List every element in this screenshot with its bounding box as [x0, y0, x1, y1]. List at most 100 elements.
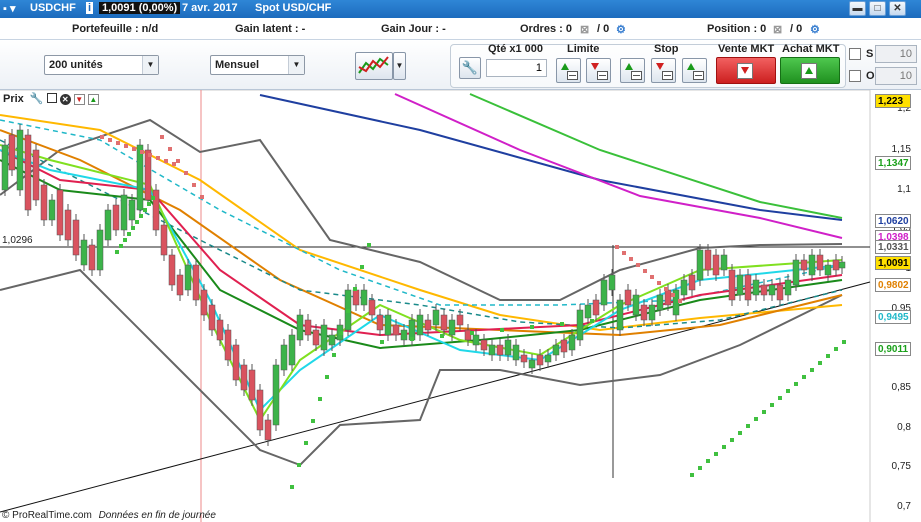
sar-dot	[530, 325, 534, 329]
candle	[688, 274, 696, 291]
candle	[224, 329, 232, 361]
position-cancel-icon[interactable]: ⊠	[773, 23, 782, 36]
candle	[432, 309, 440, 326]
limit-label: Limite	[567, 43, 600, 55]
minimize-button[interactable]: ▬	[849, 1, 866, 16]
candle	[232, 344, 240, 381]
close-panel-icon[interactable]: ✕	[59, 94, 71, 105]
sar-dot	[297, 463, 301, 467]
period-select[interactable]: Mensuel ▼	[210, 55, 305, 75]
chart-tool-icon	[358, 56, 389, 74]
candle	[304, 319, 312, 336]
limit-sell-button[interactable]	[586, 58, 611, 83]
maximize-button[interactable]: □	[869, 1, 886, 16]
candle	[728, 269, 736, 301]
position-settings-icon[interactable]: ⚙	[810, 23, 820, 36]
candle	[360, 289, 368, 306]
sar-dot	[746, 424, 750, 428]
sar-dot	[842, 340, 846, 344]
candle	[664, 289, 672, 306]
candle	[328, 334, 336, 346]
limit-buy-button[interactable]	[556, 58, 581, 83]
move-up-icon[interactable]: ▲	[87, 94, 99, 105]
candle	[448, 319, 456, 336]
candle	[48, 199, 56, 221]
candle	[208, 304, 216, 331]
candle	[280, 344, 288, 371]
s-value-input[interactable]: 10	[875, 45, 917, 63]
candle	[528, 359, 536, 369]
axis-tick-label: 0,8	[897, 422, 911, 433]
sar-dot	[754, 417, 758, 421]
candle	[544, 354, 552, 363]
sar-dot	[794, 382, 798, 386]
indicator-tool-button[interactable]	[355, 52, 393, 80]
qty-input[interactable]: 1	[486, 59, 547, 77]
candle	[480, 339, 488, 351]
candle	[456, 314, 464, 326]
o-value-input[interactable]: 10	[875, 67, 917, 85]
candle	[16, 129, 24, 191]
candle	[120, 194, 128, 231]
sar-dot	[380, 340, 384, 344]
chart-canvas[interactable]	[0, 90, 921, 522]
candle	[640, 304, 648, 321]
sar-dot	[339, 331, 343, 335]
sar-dot	[311, 419, 315, 423]
sar-dot	[590, 319, 594, 323]
ma-line-magenta	[394, 93, 843, 239]
sar-dot	[143, 208, 147, 212]
o-checkbox[interactable]	[849, 70, 861, 82]
candle	[576, 309, 584, 341]
candle	[368, 299, 376, 316]
sar-dot	[290, 485, 294, 489]
sell-icon	[737, 63, 753, 79]
market-label: Spot USD/CHF	[255, 2, 332, 14]
candle	[216, 319, 224, 341]
sar-dot	[184, 171, 188, 175]
indicator-dropdown-button[interactable]: ▼	[393, 52, 406, 80]
candle	[536, 354, 544, 366]
sell-label: Vente MKT	[718, 43, 775, 55]
panel-header: Prix 🔧 ✕ ▼ ▲	[0, 92, 102, 108]
sar-dot	[367, 243, 371, 247]
sar-dot	[124, 144, 128, 148]
candle	[312, 329, 320, 346]
info-bar: Portefeuille : n/d Gain latent : - Gain …	[0, 18, 921, 40]
price-chart[interactable]: Prix 🔧 ✕ ▼ ▲ 1,0296 1,21,151,11,0510,950…	[0, 90, 921, 522]
buy-market-button[interactable]	[780, 57, 840, 84]
o-label: O	[866, 70, 875, 82]
sar-dot	[135, 220, 139, 224]
candle	[424, 319, 432, 331]
orders-settings-icon[interactable]: ⚙	[616, 23, 626, 36]
candle	[24, 134, 32, 211]
candle	[584, 304, 592, 319]
candle	[776, 284, 784, 301]
app-icon[interactable]: ▪ ▾	[3, 2, 15, 15]
candle	[112, 204, 120, 231]
stop-sell-button[interactable]	[651, 58, 676, 83]
s-checkbox[interactable]	[849, 48, 861, 60]
stop-buy-button[interactable]	[620, 58, 645, 83]
symbol-label[interactable]: USDCHF	[30, 2, 76, 14]
orders-cancel-icon[interactable]: ⊠	[580, 23, 589, 36]
footer-brand: © ProRealTime.com	[2, 510, 92, 521]
wrench-icon[interactable]: 🔧	[30, 93, 44, 105]
sell-market-button[interactable]	[716, 57, 776, 84]
footer-note: Données en fin de journée	[98, 510, 216, 521]
info-icon[interactable]: i	[86, 2, 94, 14]
buy-icon	[801, 63, 817, 79]
move-down-icon[interactable]: ▼	[73, 94, 85, 105]
unrealized-gain-label: Gain latent : -	[235, 23, 306, 35]
price-display: 1,0091 (0,00%)	[99, 2, 181, 14]
sar-dot	[108, 138, 112, 142]
sar-dot	[810, 368, 814, 372]
close-button[interactable]: ✕	[889, 1, 906, 16]
quantity-select[interactable]: 200 unités ▼	[44, 55, 159, 75]
stop-buy-alt-button[interactable]	[682, 58, 707, 83]
bollinger-lower	[0, 268, 843, 467]
candle	[744, 274, 752, 301]
price-tag: 1,223	[875, 94, 911, 108]
wrench-icon[interactable]: 🔧	[459, 57, 481, 79]
window-icon[interactable]	[46, 93, 57, 103]
